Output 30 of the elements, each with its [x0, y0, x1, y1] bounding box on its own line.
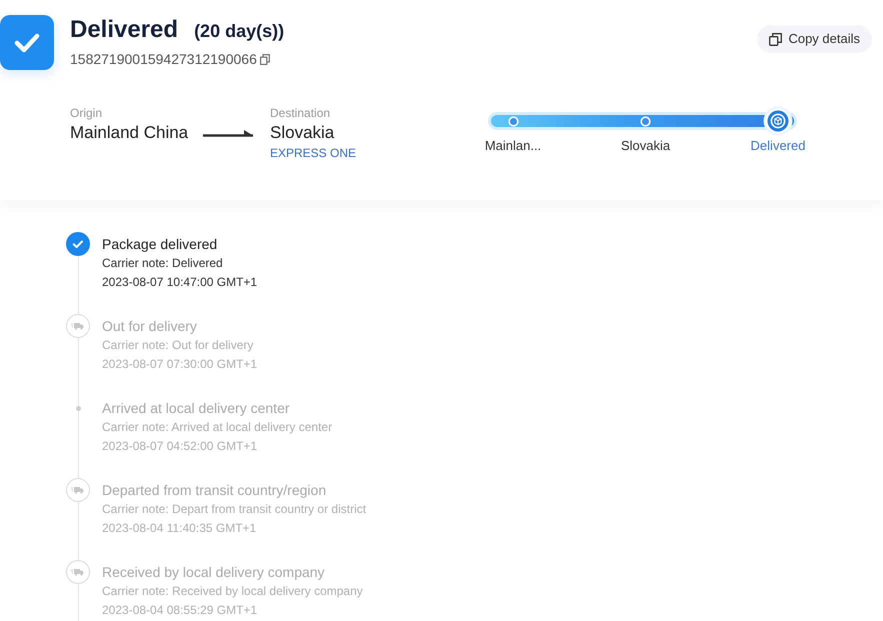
tracking-number: 158271900159427312190066 [70, 50, 257, 69]
event-time: 2023-08-04 11:40:35 GMT+1 [102, 520, 258, 537]
event-time: 2023-08-07 04:52:00 GMT+1 [102, 438, 258, 455]
stop-label: Slovakia [620, 138, 670, 154]
event-time: 2023-08-07 07:30:00 GMT+1 [102, 356, 258, 373]
event-title: Departed from transit country/region [102, 481, 328, 500]
origin-label: Origin [70, 105, 104, 121]
event-time: 2023-08-07 10:47:00 GMT+1 [102, 274, 258, 291]
carrier-note: Carrier note: Arrived at local delivery center [102, 419, 332, 436]
carrier-name: EXPRESS ONE [270, 145, 356, 161]
duration-text: (20 day(s)) [194, 20, 284, 43]
carrier-note: Carrier note: Depart from transit country or district [102, 501, 366, 518]
arrow-icon [203, 129, 254, 137]
event-title: Out for delivery [102, 317, 198, 336]
copy-icon [769, 32, 782, 46]
carrier-note: Carrier note: Delivered [102, 255, 224, 272]
stop-label: Delivered [750, 138, 806, 154]
event-title: Received by local delivery company [102, 563, 326, 582]
origin-value: Mainland China [70, 122, 188, 144]
status-title: Delivered [70, 15, 178, 45]
copy-details-button[interactable]: Copy details [757, 25, 872, 53]
carrier-note: Carrier note: Received by local delivery company [102, 583, 363, 600]
event-title: Arrived at local delivery center [102, 399, 291, 418]
destination-label: Destination [270, 105, 332, 121]
event-time: 2023-08-04 08:55:29 GMT+1 [102, 602, 258, 619]
carrier-note: Carrier note: Out for delivery [102, 337, 254, 354]
event-title: Package delivered [102, 235, 218, 254]
stop-label: Mainlan... [484, 138, 542, 154]
copy-icon[interactable] [260, 54, 270, 64]
destination-value: Slovakia [270, 122, 336, 144]
